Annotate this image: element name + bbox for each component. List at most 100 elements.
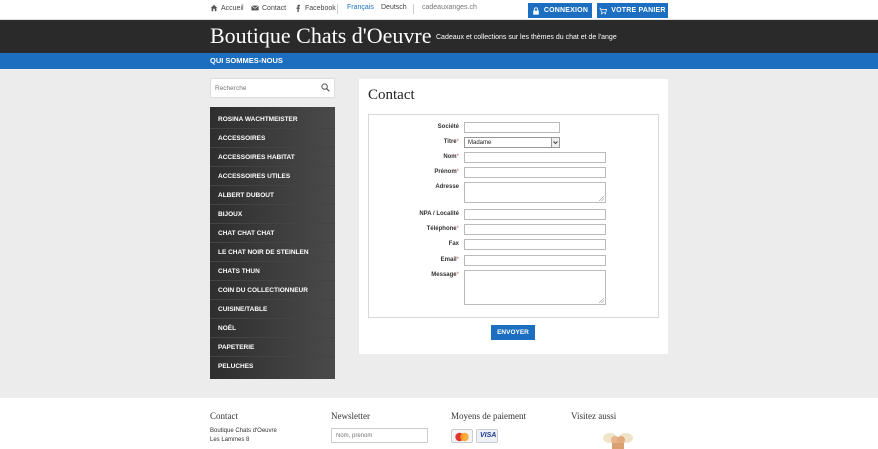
address-label-text: Adresse <box>435 184 459 190</box>
footer-contact-name: Boutique Chats d'Oeuvre <box>210 428 277 434</box>
sidebar-item-label: PELUCHES <box>218 363 254 370</box>
sidebar-item-label: ALBERT DUBOUT <box>218 192 274 199</box>
visa-icon: VISA <box>476 429 498 443</box>
search-box <box>210 78 335 98</box>
facebook-link[interactable]: Facebook <box>294 4 336 12</box>
required-mark: * <box>456 154 459 160</box>
fax-label-text: Fax <box>448 241 459 247</box>
page-title: Contact <box>368 87 415 103</box>
sidebar-item-papeterie[interactable]: PAPETERIE <box>210 338 335 357</box>
angel-partner-icon[interactable] <box>601 430 635 449</box>
footer-newsletter-title: Newsletter <box>331 411 370 421</box>
email-label-text: Email <box>440 257 457 263</box>
salutation-label-text: Titre <box>443 139 457 145</box>
sidebar-item-label: NOËL <box>218 325 237 332</box>
contact-link[interactable]: Contact <box>251 4 286 12</box>
sidebar-item-coin-collectionneur[interactable]: COIN DU COLLECTIONNEUR <box>210 281 335 300</box>
divider <box>337 4 338 14</box>
lastname-label: Nom* <box>369 154 459 160</box>
lang-fr-link[interactable]: Français <box>347 4 374 11</box>
message-textarea[interactable] <box>464 270 606 305</box>
envelope-icon <box>251 5 259 11</box>
site-footer: Contact Boutique Chats d'Oeuvre Les Lamm… <box>0 398 878 449</box>
salutation-select[interactable]: Madame <box>464 137 560 148</box>
sidebar-item-accessoires[interactable]: ACCESSOIRES <box>210 129 335 148</box>
nav-item-about[interactable]: QUI SOMMES-NOUS <box>210 56 283 65</box>
home-link[interactable]: Accueil <box>210 4 244 12</box>
sidebar-item-albert-dubout[interactable]: ALBERT DUBOUT <box>210 186 335 205</box>
sidebar-item-chat-chat-chat[interactable]: CHAT CHAT CHAT <box>210 224 335 243</box>
postcode-label: NPA / Localité <box>369 211 459 217</box>
company-label: Société <box>369 124 459 130</box>
chevron-down-icon <box>553 141 558 145</box>
message-label-text: Message <box>431 272 457 278</box>
sidebar-item-bijoux[interactable]: BIJOUX <box>210 205 335 224</box>
sidebar-item-label: LE CHAT NOIR DE STEINLEN <box>218 249 309 256</box>
mastercard-icon <box>451 429 473 443</box>
login-button[interactable]: CONNEXION <box>528 3 592 18</box>
phone-field[interactable] <box>464 224 606 235</box>
domain-link[interactable]: cadeauxanges.ch <box>422 4 477 11</box>
search-icon[interactable] <box>321 83 330 92</box>
sidebar-item-label: BIJOUX <box>218 211 243 218</box>
sidebar-item-accessoires-habitat[interactable]: ACCESSOIRES HABITAT <box>210 148 335 167</box>
mastercard-logo <box>455 432 469 442</box>
postcode-field[interactable] <box>464 209 606 220</box>
select-arrow <box>551 138 559 147</box>
message-label: Message* <box>369 272 459 278</box>
lastname-label-text: Nom <box>443 154 457 160</box>
lock-icon <box>533 6 539 15</box>
footer-contact-street: Les Lammes 8 <box>210 437 250 443</box>
company-label-text: Société <box>437 124 459 130</box>
lang-fr-label: Français <box>347 4 374 11</box>
sidebar-item-label: ROSINA WACHTMEISTER <box>218 116 298 123</box>
sidebar-item-label: ACCESSOIRES UTILES <box>218 173 291 180</box>
search-input[interactable] <box>215 82 315 95</box>
site-logo-title[interactable]: Boutique Chats d'Oeuvre <box>210 23 431 49</box>
sidebar-item-rosina-wachtmeister[interactable]: ROSINA WACHTMEISTER <box>210 110 335 129</box>
required-mark: * <box>456 257 459 263</box>
required-mark: * <box>456 272 459 278</box>
lastname-field[interactable] <box>464 152 606 163</box>
visa-label: VISA <box>480 432 497 439</box>
newsletter-name-input[interactable] <box>336 431 424 441</box>
submit-button[interactable]: ENVOYER <box>491 325 535 340</box>
lang-de-label: Deutsch <box>381 4 407 11</box>
divider <box>413 4 414 14</box>
firstname-label-text: Prénom <box>434 169 457 175</box>
cart-button[interactable]: VOTRE PANIER <box>597 3 668 18</box>
sidebar-item-label: CUISINE/TABLE <box>218 306 268 313</box>
sidebar-item-cuisine-table[interactable]: CUISINE/TABLE <box>210 300 335 319</box>
sidebar-item-accessoires-utiles[interactable]: ACCESSOIRES UTILES <box>210 167 335 186</box>
sidebar-item-chat-noir-steinlen[interactable]: LE CHAT NOIR DE STEINLEN <box>210 243 335 262</box>
lang-de-link[interactable]: Deutsch <box>381 4 407 11</box>
top-utility-bar: Accueil Contact Facebook Français Deutsc… <box>0 0 878 20</box>
sidebar-item-label: PAPETERIE <box>218 344 255 351</box>
footer-payment-title: Moyens de paiement <box>451 411 526 421</box>
required-mark: * <box>456 139 459 145</box>
contact-form: Société Titre* Madame Nom* Prénom* Adres… <box>368 114 659 318</box>
fax-field[interactable] <box>464 239 606 250</box>
login-label: CONNEXION <box>543 7 589 14</box>
footer-contact-title: Contact <box>210 411 238 421</box>
sidebar-item-label: ACCESSOIRES HABITAT <box>218 154 295 161</box>
sidebar-item-noel[interactable]: NOËL <box>210 319 335 338</box>
contact-panel: Contact Société Titre* Madame Nom* Préno… <box>359 79 668 354</box>
firstname-field[interactable] <box>464 167 606 178</box>
sidebar-item-chats-thun[interactable]: CHATS THUN <box>210 262 335 281</box>
address-textarea[interactable] <box>464 182 606 203</box>
email-label: Email* <box>369 257 459 263</box>
newsletter-box <box>331 428 428 443</box>
home-link-label: Accueil <box>221 4 244 12</box>
company-field[interactable] <box>464 122 560 133</box>
sidebar-item-label: CHATS THUN <box>218 268 260 275</box>
phone-label: Téléphone* <box>369 226 459 232</box>
firstname-label: Prénom* <box>369 169 459 175</box>
resize-grip-icon[interactable] <box>599 196 604 201</box>
email-field[interactable] <box>464 255 606 266</box>
resize-grip-icon[interactable] <box>599 298 604 303</box>
sidebar-item-peluches[interactable]: PELUCHES <box>210 357 335 376</box>
fax-label: Fax <box>369 241 459 247</box>
sidebar-item-label: ACCESSOIRES <box>218 135 266 142</box>
site-tagline: Cadeaux et collections sur les thèmes du… <box>436 34 617 41</box>
